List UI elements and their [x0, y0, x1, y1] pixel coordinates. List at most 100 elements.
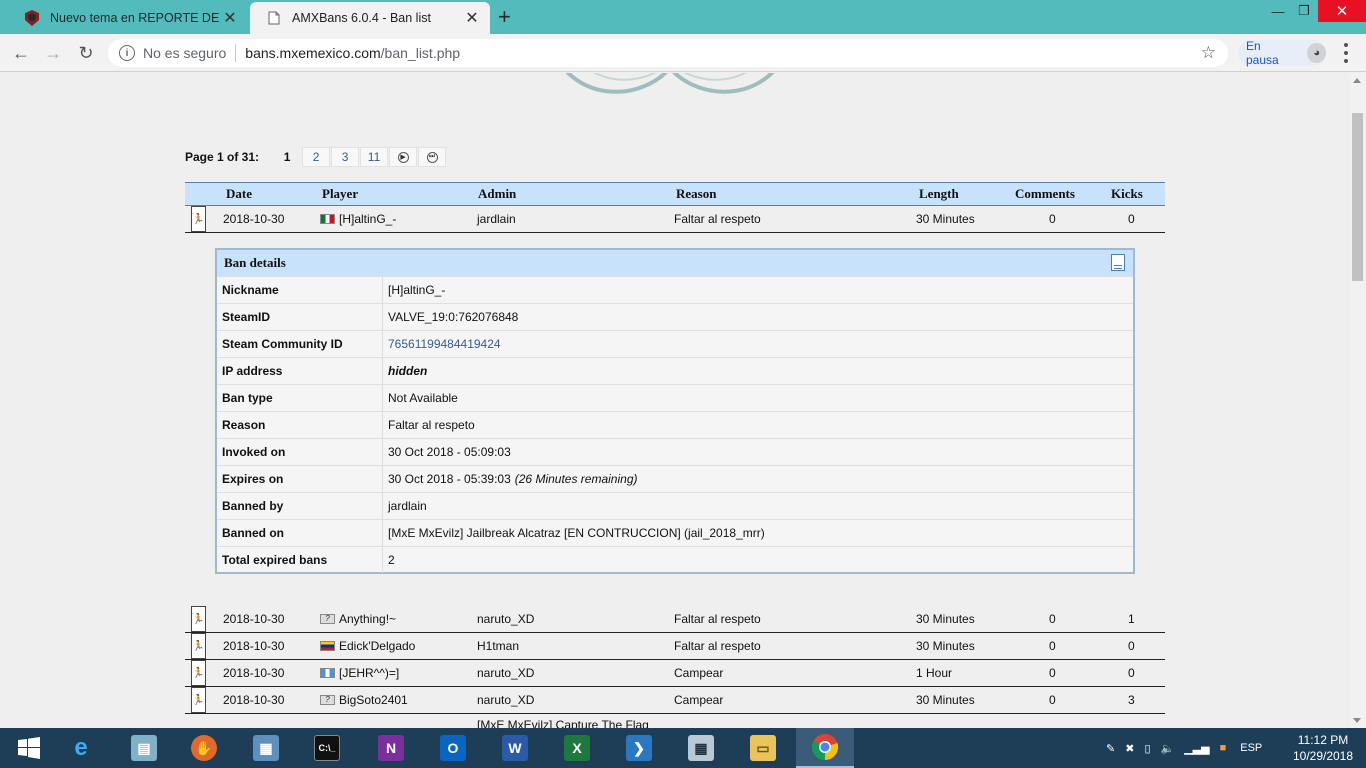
tab-title: Nuevo tema en REPORTE DE ABU [50, 11, 222, 25]
table-row[interactable]: 🏃 2018-10-30? BigSoto2401 naruto_XD Campear 3… [185, 687, 1165, 714]
document-icon[interactable] [1111, 254, 1125, 271]
detail-row: IP address hidden [217, 357, 1133, 384]
calculator-icon[interactable]: ▦ [672, 728, 730, 768]
detail-value-cell: VALVE_19:0:762076848 [383, 304, 518, 330]
row-date: 2018-10-30 [223, 666, 285, 680]
file-explorer-icon[interactable]: ▭ [734, 728, 792, 768]
profile-status: En pausa [1246, 39, 1279, 67]
window-close-button[interactable]: ✕ [1318, 0, 1366, 22]
detail-row: Reason Faltar al respeto [217, 411, 1133, 438]
ban-details-rows: Nickname [H]altinG_- SteamID VALVE_19:0:762… [217, 276, 1133, 573]
minimize-button[interactable]: — [1266, 0, 1290, 22]
last-page-button[interactable]: ⏭ [418, 147, 447, 167]
bookmark-star-icon[interactable]: ☆ [1201, 43, 1216, 63]
reload-icon[interactable]: ↻ [75, 42, 97, 64]
antivirus-icon[interactable]: ■ [1220, 742, 1227, 754]
scroll-thumb[interactable] [1352, 113, 1363, 281]
page-link[interactable]: 2 [302, 147, 331, 167]
ime-icon[interactable]: ✎ [1106, 742, 1115, 755]
steam-community-link[interactable]: 76561199484419424 [383, 331, 501, 357]
outlook-icon[interactable]: O [424, 728, 482, 768]
page-link[interactable]: 11 [360, 147, 389, 167]
battery-icon[interactable]: ▯ [1144, 742, 1150, 755]
row-kicks: 1 [1128, 612, 1135, 626]
taskbar: e ▤ ✋ ▦ C:\_ N O W X ❯ ▦ ▭ ✎ ✖ ▯ 🔈 ▁▃▅ ■… [0, 728, 1366, 768]
page-label: Page 1 of 31: [185, 150, 260, 164]
row-admin: H1tman [477, 639, 520, 653]
back-arrow-icon[interactable]: ← [10, 42, 32, 64]
row-player: Anything!~ [339, 612, 397, 626]
address-bar[interactable]: i No es seguro bans.mxemexico.com /ban_l… [108, 39, 1228, 67]
taskbar-clock[interactable]: 11:12 PM 10/29/2018 [1290, 732, 1356, 764]
detail-value: jardlain [388, 499, 427, 513]
page-content: Page 1 of 31: 1 2 3 11 ▶ ⏭ Date Player A… [0, 73, 1349, 728]
row-kicks: 0 [1128, 212, 1135, 226]
info-icon[interactable]: i [119, 45, 135, 61]
no-network-icon[interactable]: ✖ [1125, 742, 1134, 755]
column-header: Reason [676, 186, 717, 201]
row-comments: 0 [1049, 639, 1056, 653]
table-row[interactable]: 🏃 2018-10-30 [JEHR^^)=] naruto_XD Campear 1 H… [185, 660, 1165, 687]
notes-icon[interactable]: ▤ [115, 728, 173, 768]
scroll-up-icon[interactable] [1353, 78, 1361, 83]
row-length: 30 Minutes [916, 639, 975, 653]
profile-button[interactable]: En pausa ◕ [1238, 39, 1326, 67]
table-row[interactable]: 🏃 2018-10-30? Anything!~ naruto_XD Faltar al… [185, 606, 1165, 633]
scroll-down-icon[interactable] [1353, 718, 1361, 723]
language-indicator[interactable]: ESP [1240, 742, 1262, 754]
page-scrollbar[interactable] [1349, 73, 1366, 728]
tab-close-icon[interactable]: ✕ [222, 8, 238, 28]
browser-app-icon[interactable]: ✋ [175, 728, 233, 768]
ban-table-continued: 🏃 2018-10-30? Anything!~ naruto_XD Faltar al… [185, 606, 1165, 714]
chrome-logo-icon [812, 734, 839, 761]
row-length: 30 Minutes [916, 212, 975, 226]
detail-value: hidden [388, 364, 428, 378]
next-page-button[interactable]: ▶ [389, 147, 418, 167]
control-panel-icon[interactable]: ▦ [237, 728, 295, 768]
detail-value-cell: Not Available [383, 385, 458, 411]
new-tab-button[interactable]: + [498, 4, 511, 30]
menu-icon[interactable] [1338, 43, 1354, 63]
detail-value: 2 [388, 553, 395, 567]
amxbans-logo [565, 73, 775, 94]
cmd-icon[interactable]: C:\_ [298, 728, 356, 768]
maximize-button[interactable]: ❐ [1292, 0, 1316, 22]
column-header: Date [226, 186, 252, 201]
detail-value-cell: jardlain [383, 493, 427, 519]
pagination: Page 1 of 31: 1 2 3 11 ▶ ⏭ [185, 146, 447, 168]
page-link[interactable]: 1 [273, 147, 301, 167]
start-button[interactable] [0, 728, 58, 768]
forward-arrow-icon[interactable]: → [42, 42, 64, 64]
chrome-icon[interactable] [796, 728, 854, 768]
onenote-icon[interactable]: N [362, 728, 420, 768]
detail-value: 30 Oct 2018 - 05:39:03 [388, 472, 511, 486]
guatemala-flag-icon [320, 668, 335, 678]
table-row[interactable]: 🏃 2018-10-30 [H]altinG_- jardlain Faltar… [185, 206, 1165, 233]
row-reason: Faltar al respeto [674, 612, 761, 626]
volume-icon[interactable]: 🔈 [1161, 742, 1175, 755]
tab-reporte[interactable]: Nuevo tema en REPORTE DE ABU ✕ [8, 2, 248, 34]
remaining-time: (26 Minutes remaining) [514, 472, 638, 486]
signal-icon[interactable]: ▁▃▅ [1184, 742, 1209, 755]
row-date: 2018-10-30 [223, 639, 285, 653]
url-host: bans.mxemexico.com [245, 45, 381, 61]
table-row[interactable]: 🏃 2018-10-30 Edick'Delgado H1tman Faltar al … [185, 633, 1165, 660]
excel-icon[interactable]: X [548, 728, 606, 768]
forum-favicon-icon [24, 10, 40, 26]
powershell-icon[interactable]: ❯ [610, 728, 668, 768]
detail-key: Reason [217, 412, 383, 438]
detail-value-cell: [H]altinG_- [383, 277, 445, 303]
ie-icon[interactable]: e [52, 728, 110, 768]
row-date: 2018-10-30 [223, 693, 285, 707]
tab-amxbans[interactable]: AMXBans 6.0.4 - Ban list ✕ [250, 2, 490, 34]
detail-value-cell: Faltar al respeto [383, 412, 475, 438]
word-icon[interactable]: W [486, 728, 544, 768]
row-comments: 0 [1049, 666, 1056, 680]
page-link[interactable]: 3 [331, 147, 360, 167]
row-kicks: 0 [1128, 666, 1135, 680]
column-header: Player [322, 186, 359, 201]
tab-close-icon[interactable]: ✕ [464, 8, 480, 28]
detail-key: IP address [217, 358, 383, 384]
detail-value: 76561199484419424 [388, 337, 501, 351]
row-date: 2018-10-30 [223, 212, 285, 226]
